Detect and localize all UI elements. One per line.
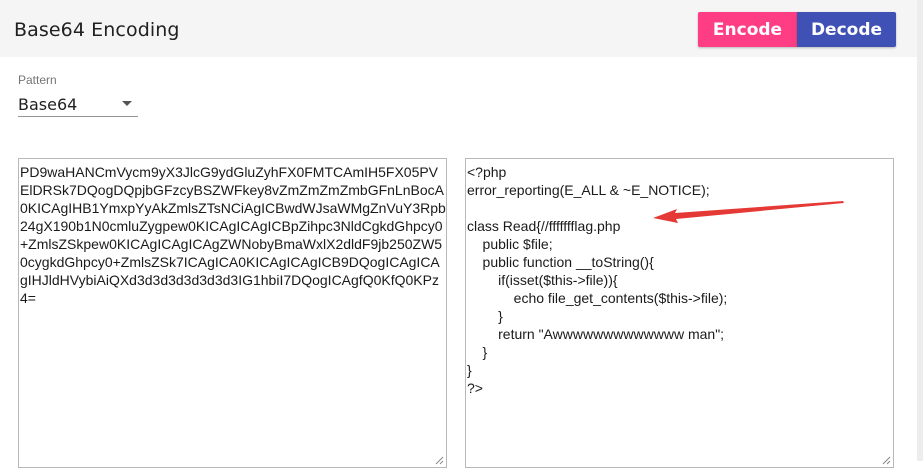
- code-line: error_reporting(E_ALL & ~E_NOTICE);: [467, 182, 710, 198]
- page-title: Base64 Encoding: [14, 19, 180, 41]
- output-textarea[interactable]: <?php error_reporting(E_ALL & ~E_NOTICE);…: [465, 158, 894, 468]
- page-scrollbar[interactable]: [917, 0, 923, 461]
- decode-button[interactable]: Decode: [797, 12, 896, 47]
- pattern-select-value: Base64: [18, 95, 78, 114]
- code-line: }: [467, 308, 503, 324]
- code-line: public $file;: [467, 236, 553, 252]
- code-line: return "Awwwwwwwwwwwww man";: [467, 326, 725, 342]
- code-line: ?>: [467, 380, 483, 396]
- code-line: public function __toString(){: [467, 254, 654, 270]
- encode-button[interactable]: Encode: [698, 12, 797, 47]
- code-line: echo file_get_contents($this->file);: [467, 290, 728, 306]
- pattern-label: Pattern: [18, 73, 57, 87]
- code-line: <?php: [467, 164, 507, 180]
- pattern-select[interactable]: Base64: [18, 91, 138, 117]
- code-line: }: [467, 344, 488, 360]
- code-line: class Read{//ffffffflag.php: [467, 218, 621, 234]
- input-text: PD9waHANCmVycm9yX3JlcG9ydGluZyhFX0FMTCAm…: [20, 164, 446, 306]
- output-text: <?php error_reporting(E_ALL & ~E_NOTICE);…: [467, 163, 893, 397]
- code-line: }: [467, 362, 472, 378]
- input-textarea[interactable]: PD9waHANCmVycm9yX3JlcG9ydGluZyhFX0FMTCAm…: [18, 158, 447, 468]
- code-line: if(isset($this->file)){: [467, 272, 618, 288]
- chevron-down-icon: [122, 101, 132, 106]
- app-header: Base64 Encoding Encode Decode: [0, 0, 917, 57]
